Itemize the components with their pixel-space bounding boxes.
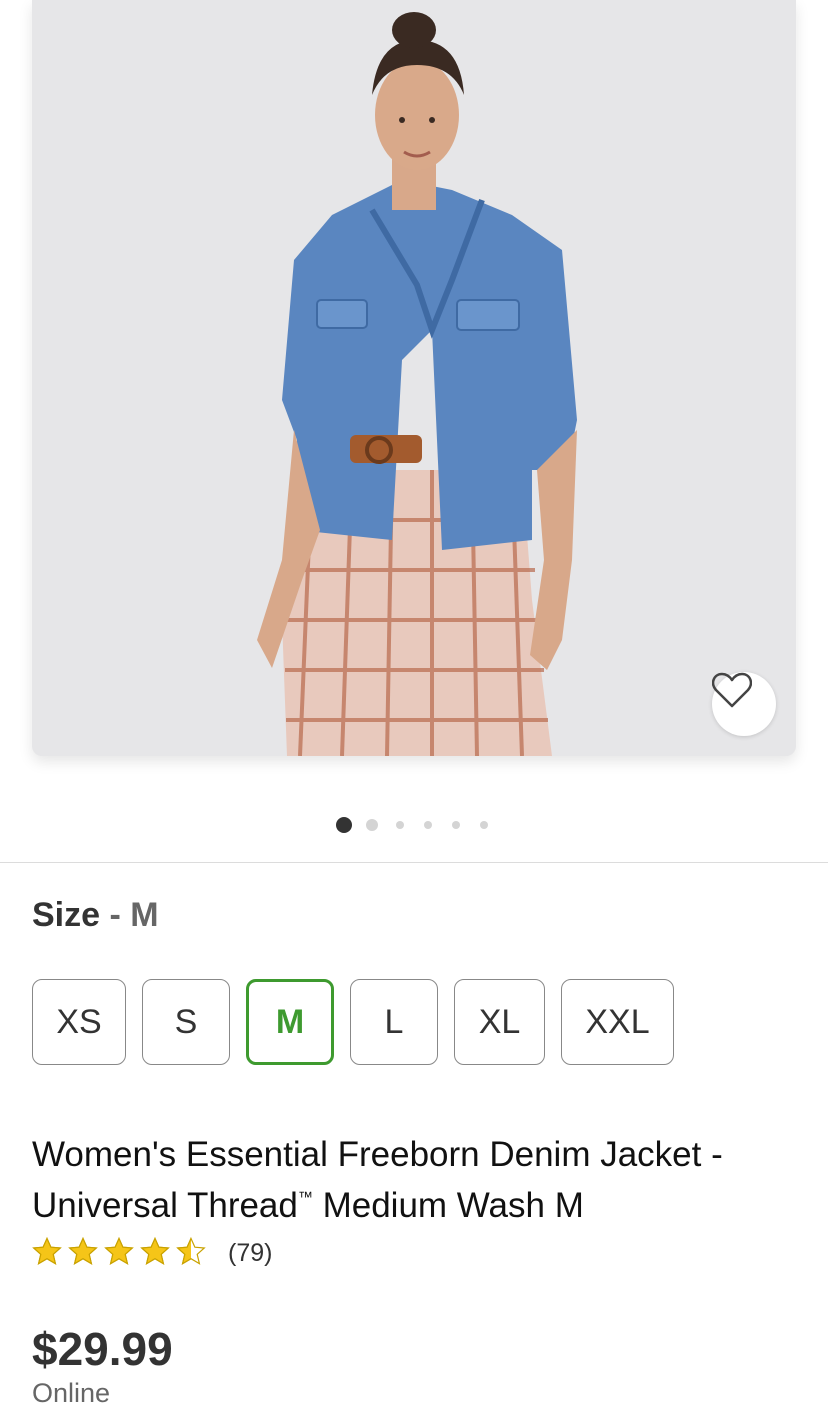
size-option-l[interactable]: L [350,979,438,1065]
size-separator: - [109,896,121,934]
favorite-button[interactable] [712,672,776,736]
product-title[interactable]: Women's Essential Freeborn Denim Jacket … [32,1133,792,1227]
carousel-dot[interactable] [480,821,488,829]
product-price: $29.99 [32,1323,173,1375]
carousel-dot[interactable] [366,819,378,831]
star-icon [140,1236,170,1265]
size-option-xl[interactable]: XL [454,979,545,1065]
size-option-m[interactable]: M [246,979,334,1065]
size-option-xxl[interactable]: XXL [561,979,674,1065]
carousel-dot[interactable] [452,821,460,829]
size-heading: Size - M [32,896,159,935]
carousel-indicator[interactable] [0,816,828,834]
star-icon [68,1236,98,1265]
star-rating [32,1236,212,1270]
size-selected-value: M [130,896,159,934]
size-label: Size [32,896,101,934]
carousel-dot[interactable] [396,821,404,829]
carousel-dot[interactable] [336,817,352,833]
review-count: (79) [228,1238,273,1267]
size-option-xs[interactable]: XS [32,979,126,1065]
trademark-symbol: ™ [297,1189,313,1206]
carousel-dot[interactable] [424,821,432,829]
product-title-variant: Medium Wash M [312,1186,584,1225]
star-icon [32,1236,62,1265]
availability-label: Online [32,1378,111,1408]
product-title-line1: Women's Essential Freeborn Denim Jacket … [32,1135,723,1174]
star-icon [176,1236,206,1265]
product-title-brand: Universal Thread [32,1186,298,1225]
divider [0,862,828,863]
product-rating[interactable]: (79) [32,1236,272,1270]
product-image[interactable] [32,0,796,756]
size-option-s[interactable]: S [142,979,230,1065]
star-icon [104,1236,134,1265]
product-photo [257,12,577,756]
